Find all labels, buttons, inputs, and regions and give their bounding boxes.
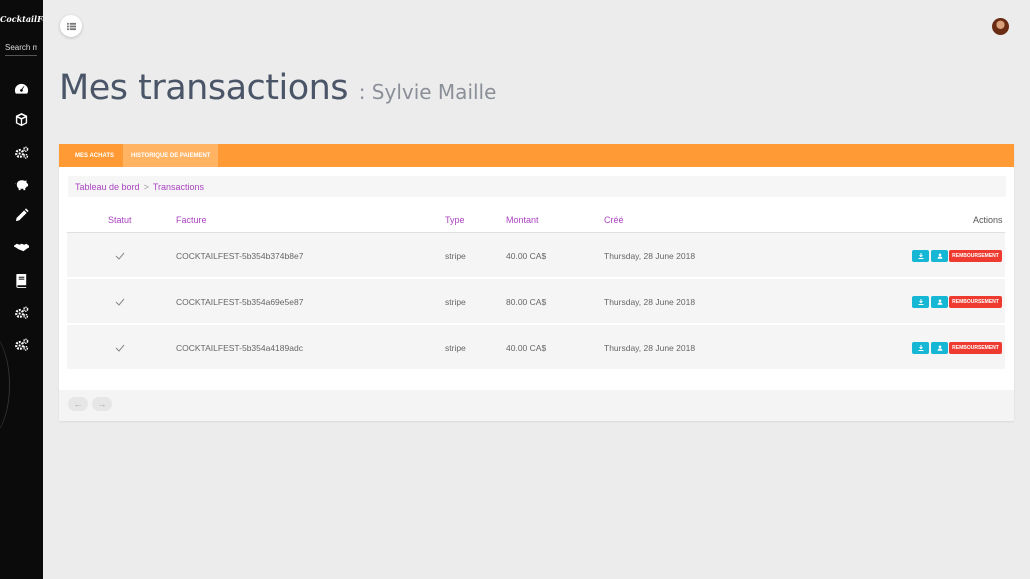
download-icon <box>918 299 923 305</box>
pencil-icon[interactable] <box>13 207 29 223</box>
sidebar-decoration <box>0 330 10 440</box>
list-icon <box>66 22 76 30</box>
page-subtitle: : Sylvie Maille <box>358 80 497 104</box>
brand-logo[interactable]: CocktailFest <box>0 14 43 24</box>
payment-type: stripe <box>445 296 466 307</box>
piggy-bank-icon[interactable] <box>13 176 29 192</box>
previous-page-button[interactable]: ← <box>68 397 88 411</box>
table-row: COCKTAILFEST-5b354a4189adc stripe 40.00 … <box>67 325 1005 370</box>
sidebar: CocktailFest Search m <box>0 0 43 579</box>
download-icon <box>918 345 923 351</box>
invoice-id: COCKTAILFEST-5b354b374b8e7 <box>176 250 304 261</box>
user-icon <box>937 299 942 305</box>
column-header-montant[interactable]: Montant <box>506 215 539 225</box>
handshake-icon[interactable] <box>13 239 29 255</box>
menu-toggle-button[interactable] <box>60 15 82 37</box>
page-title: Mes transactions : Sylvie Maille <box>59 68 496 108</box>
refund-button[interactable]: REMBOURSEMENT <box>949 296 1002 308</box>
card-footer: ← → <box>59 390 1014 421</box>
tab-historique-de-paiement[interactable]: HISTORIQUE DE PAIEMENT <box>123 144 219 167</box>
book-icon[interactable] <box>13 272 29 288</box>
tab-bar: MES ACHATS HISTORIQUE DE PAIEMENT <box>59 144 1014 167</box>
download-icon <box>918 253 923 259</box>
check-icon <box>115 233 125 278</box>
column-header-type[interactable]: Type <box>445 215 465 225</box>
tab-mes-achats[interactable]: MES ACHATS <box>67 144 122 167</box>
cube-icon[interactable] <box>13 111 29 127</box>
gears-icon[interactable] <box>13 336 29 352</box>
breadcrumb-item-dashboard[interactable]: Tableau de bord <box>75 182 140 192</box>
amount: 80.00 CA$ <box>506 296 547 307</box>
next-page-button[interactable]: → <box>92 397 112 411</box>
payment-type: stripe <box>445 250 466 261</box>
download-button[interactable] <box>912 250 929 262</box>
table-row: COCKTAILFEST-5b354b374b8e7 stripe 40.00 … <box>67 233 1005 278</box>
payment-type: stripe <box>445 342 466 353</box>
check-icon <box>115 325 125 370</box>
user-download-button[interactable] <box>931 296 948 308</box>
invoice-id: COCKTAILFEST-5b354a69e5e87 <box>176 296 304 307</box>
breadcrumb-item-transactions[interactable]: Transactions <box>153 182 204 192</box>
sidebar-search-input[interactable]: Search m <box>5 43 37 56</box>
user-download-button[interactable] <box>931 250 948 262</box>
column-header-cree[interactable]: Créé <box>604 215 624 225</box>
gears-icon[interactable] <box>13 144 29 160</box>
user-download-button[interactable] <box>931 342 948 354</box>
user-icon <box>937 345 942 351</box>
transactions-card: MES ACHATS HISTORIQUE DE PAIEMENT Tablea… <box>59 144 1014 421</box>
download-button[interactable] <box>912 296 929 308</box>
refund-button[interactable]: REMBOURSEMENT <box>949 342 1002 354</box>
created-date: Thursday, 28 June 2018 <box>604 296 696 307</box>
gears-icon[interactable] <box>13 304 29 320</box>
amount: 40.00 CA$ <box>506 342 547 353</box>
amount: 40.00 CA$ <box>506 250 547 261</box>
user-icon <box>937 253 942 259</box>
table-row: COCKTAILFEST-5b354a69e5e87 stripe 80.00 … <box>67 279 1005 324</box>
avatar[interactable] <box>992 18 1009 35</box>
breadcrumb: Tableau de bord > Transactions <box>68 176 1006 197</box>
download-button[interactable] <box>912 342 929 354</box>
breadcrumb-separator: > <box>143 181 149 192</box>
check-icon <box>115 279 125 324</box>
column-header-statut[interactable]: Statut <box>108 215 132 225</box>
refund-button[interactable]: REMBOURSEMENT <box>949 250 1002 262</box>
column-header-actions: Actions <box>973 215 1003 225</box>
created-date: Thursday, 28 June 2018 <box>604 342 696 353</box>
dashboard-icon[interactable] <box>13 80 29 96</box>
created-date: Thursday, 28 June 2018 <box>604 250 696 261</box>
invoice-id: COCKTAILFEST-5b354a4189adc <box>176 342 303 353</box>
column-header-facture[interactable]: Facture <box>176 215 207 225</box>
page-title-text: Mes transactions <box>59 68 349 108</box>
